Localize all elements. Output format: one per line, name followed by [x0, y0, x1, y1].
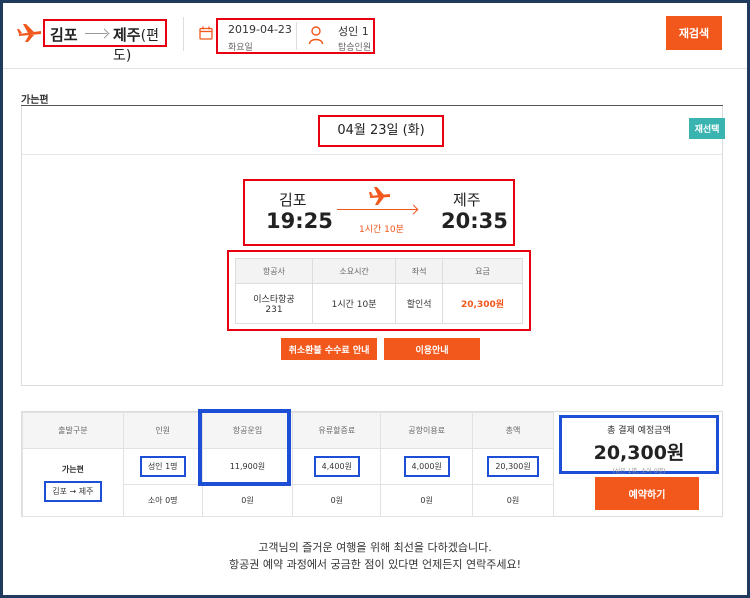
fare-cell: 20,300원	[442, 283, 523, 324]
calendar-icon	[199, 26, 213, 40]
child-airport: 0원	[380, 484, 474, 517]
section-title: 가는편	[21, 95, 49, 106]
footer-line: 항공권 예약 과정에서 궁금한 점이 있다면 언제든지 연락주세요!	[228, 558, 521, 571]
flight-duration: 1시간 10분	[359, 225, 404, 235]
child-fuel: 0원	[292, 484, 382, 517]
departure-time: 19:25	[266, 209, 333, 233]
adult-count-cell: 성인 1명	[122, 448, 203, 485]
fare-summary: 출발구분 인원 항공운임 유류할증료 공항이용료 총액 가는편 김포 → 제주 …	[21, 409, 723, 517]
header-fare: 요금	[442, 258, 523, 284]
route-tag: 김포 → 제주	[44, 480, 102, 502]
search-header: 김포 제주(편도) 2019-04-23 화요일 성인 1 탑승인원 재검색	[3, 3, 747, 69]
adult-fuel: 4,400원	[313, 456, 360, 477]
reselect-button[interactable]: 재선택	[689, 118, 725, 139]
total-amount-box: 총 결제 예정금액 20,300원 (성인 1명, 소아 0명)	[559, 415, 719, 475]
arrival-time: 20:35	[441, 209, 508, 233]
travel-date: 2019-04-23	[228, 23, 292, 36]
divider	[22, 154, 722, 155]
header-airport: 공항이용료	[380, 412, 474, 449]
route-summary: 김포 제주(편도)	[43, 19, 167, 64]
footer-message: 고객님의 즐거운 여행을 위해 최선을 다하겠습니다. 항공권 예약 과정에서 …	[3, 539, 747, 573]
adult-total: 20,300원	[487, 456, 539, 477]
header-fuel: 유류할증료	[292, 412, 382, 449]
origin-city: 김포	[50, 26, 78, 44]
segment-cell: 가는편 김포 → 제주	[22, 448, 124, 517]
flight-number: 231	[265, 305, 283, 315]
flight-info: 항공사 소요시간 좌석 요금 이스타항공 231 1시간 10분 할인석 20,3…	[227, 250, 531, 331]
page-frame: 김포 제주(편도) 2019-04-23 화요일 성인 1 탑승인원 재검색 가…	[3, 3, 747, 595]
passenger-count: 성인 1	[338, 25, 369, 38]
footer-line: 고객님의 즐거운 여행을 위해 최선을 다하겠습니다.	[258, 541, 492, 554]
adult-airport: 4,000원	[403, 456, 450, 477]
header-airline: 항공사	[235, 258, 313, 284]
person-icon	[308, 26, 324, 45]
research-button[interactable]: 재검색	[666, 16, 722, 50]
flight-panel: 04월 23일 (화) 재선택 김포 19:25 1시간 10분 제주 20:3…	[21, 106, 725, 386]
adult-total-cell: 20,300원	[472, 448, 554, 485]
total-amount: 20,300원	[593, 442, 685, 464]
divider	[183, 17, 184, 51]
header-passengers: 인원	[122, 412, 203, 449]
arrival-city: 제주	[453, 191, 481, 209]
duration-cell: 1시간 10분	[311, 283, 397, 324]
divider	[296, 22, 297, 50]
table-row: 이스타항공 231 1시간 10분 할인석 20,300원	[235, 283, 523, 324]
usage-guide-button[interactable]: 이용안내	[384, 338, 480, 360]
header-duration: 소요시간	[311, 258, 397, 284]
total-detail: (성인 1명, 소아 0명)	[612, 468, 666, 475]
segment-name: 가는편	[61, 464, 84, 474]
departure-city: 김포	[279, 191, 307, 209]
header-segment: 출발구분	[22, 412, 124, 449]
airplane-icon	[17, 24, 41, 42]
passenger-label: 탑승인원	[338, 43, 372, 53]
total-label: 총 결제 예정금액	[607, 426, 671, 436]
book-button[interactable]: 예약하기	[595, 477, 699, 510]
destination-name: 제주	[113, 26, 141, 44]
header-total: 총액	[472, 412, 554, 449]
child-count: 소아 0명	[122, 484, 203, 517]
seat-cell: 할인석	[395, 283, 444, 324]
flight-schedule: 김포 19:25 1시간 10분 제주 20:35	[243, 179, 515, 246]
date-passenger-summary: 2019-04-23 화요일 성인 1 탑승인원	[216, 18, 375, 54]
cancel-fee-button[interactable]: 취소환불 수수료 안내	[281, 338, 377, 360]
right-arrow-icon	[85, 33, 107, 34]
airplane-icon	[369, 187, 390, 205]
flight-date-title: 04월 23일 (화)	[318, 115, 444, 147]
air-fare-highlight	[198, 409, 291, 486]
child-air-fare: 0원	[201, 484, 294, 517]
destination-city: 제주(편도)	[113, 24, 165, 65]
child-total: 0원	[472, 484, 554, 517]
adult-airport-cell: 4,000원	[380, 448, 474, 485]
airline-name: 이스타항공	[253, 295, 295, 305]
flight-info-table: 항공사 소요시간 좌석 요금 이스타항공 231 1시간 10분 할인석 20,3…	[235, 258, 523, 324]
route-arrow-icon	[337, 209, 417, 210]
adult-count: 성인 1명	[139, 456, 186, 477]
adult-fuel-cell: 4,400원	[292, 448, 382, 485]
travel-weekday: 화요일	[228, 43, 253, 53]
header-seat: 좌석	[395, 258, 444, 284]
airline-cell: 이스타항공 231	[235, 283, 313, 324]
